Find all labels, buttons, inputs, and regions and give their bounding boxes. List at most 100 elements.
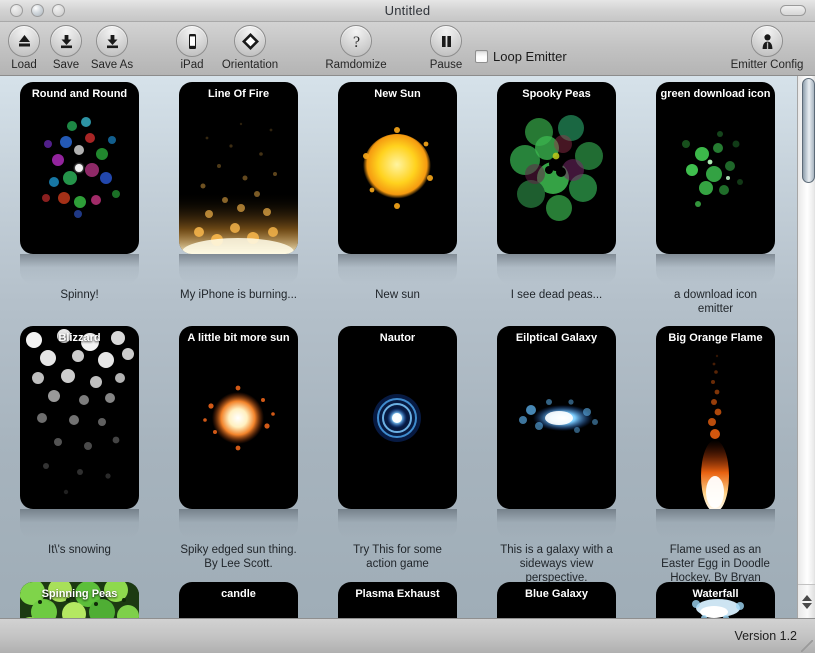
emitter-caption: Try This for some action game	[353, 544, 442, 570]
emitter-cell[interactable]: candle	[179, 582, 298, 618]
emitter-cell[interactable]: Blue Galaxy	[497, 582, 616, 618]
emitter-cell[interactable]: Plasma Exhaust	[338, 582, 457, 618]
pause-button[interactable]: Pause	[409, 25, 483, 71]
download-tray-icon	[96, 25, 128, 57]
emitter-cell[interactable]: A little bit more sun Spiky edged sun th…	[179, 326, 298, 582]
diamond-icon	[234, 25, 266, 57]
orientation-button[interactable]: Orientation	[213, 25, 287, 71]
particle-preview	[179, 82, 298, 254]
tablet-icon	[176, 25, 208, 57]
emitter-card[interactable]: A little bit more sun	[179, 326, 298, 509]
emitter-title: A little bit more sun	[187, 332, 290, 344]
particle-preview	[656, 82, 775, 254]
particle-preview	[338, 82, 457, 254]
emitter-card[interactable]: Spooky Peas	[497, 82, 616, 254]
save-as-label: Save As	[90, 59, 134, 71]
card-reflection	[656, 254, 775, 284]
toggle-toolbar-button[interactable]	[780, 5, 806, 16]
particle-preview	[497, 326, 616, 509]
ipad-label: iPad	[180, 59, 204, 71]
emitter-card[interactable]: New Sun	[338, 82, 457, 254]
card-reflection	[338, 509, 457, 539]
emitter-config-button[interactable]: Emitter Config	[730, 25, 804, 71]
emitter-caption: Spiky edged sun thing. By Lee Scott.	[180, 544, 297, 570]
emitter-caption: My iPhone is burning...	[180, 289, 297, 301]
emitter-caption: I see dead peas...	[510, 289, 603, 301]
emitter-card[interactable]: Line Of Fire	[179, 82, 298, 254]
version-label: Version 1.2	[734, 629, 797, 643]
particle-preview	[338, 326, 457, 509]
emitter-cell[interactable]: Round and Round Spinny!	[20, 82, 139, 326]
emitter-card[interactable]: Waterfall	[656, 582, 775, 618]
emitter-card[interactable]: Big Orange Flame	[656, 326, 775, 509]
card-reflection	[497, 509, 616, 539]
emitter-cell[interactable]: Waterfall	[656, 582, 775, 618]
emitter-gallery: Round and Round Spinny! Line Of Fire My …	[0, 76, 815, 618]
emitter-title: Round and Round	[31, 88, 128, 100]
loop-emitter-checkbox[interactable]: Loop Emitter	[475, 49, 567, 64]
emitter-card[interactable]: Blue Galaxy	[497, 582, 616, 618]
emitter-card[interactable]: green download icon	[656, 82, 775, 254]
emitter-title: Blue Galaxy	[525, 588, 588, 600]
checkbox-box[interactable]	[475, 50, 488, 63]
title-bar: Untitled	[0, 0, 815, 22]
toolbar: Load Save Save As iPad Orientation ? Ram…	[0, 22, 815, 76]
particle-preview	[179, 326, 298, 509]
gallery-row: Spinning Peas candle Plasma Exhaust Blue…	[0, 582, 797, 618]
scroll-down-arrow-icon[interactable]	[801, 602, 812, 609]
emitter-card[interactable]: candle	[179, 582, 298, 618]
person-icon	[751, 25, 783, 57]
emitter-config-label: Emitter Config	[730, 59, 804, 71]
particle-preview	[20, 82, 139, 254]
emitter-title: Line Of Fire	[207, 88, 270, 100]
emitter-title: Nautor	[379, 332, 416, 344]
card-reflection	[20, 254, 139, 284]
emitter-caption: a download icon emitter	[673, 289, 758, 315]
card-reflection	[338, 254, 457, 284]
svg-text:?: ?	[352, 34, 359, 51]
status-bar: Version 1.2	[0, 618, 815, 653]
emitter-card[interactable]: Round and Round	[20, 82, 139, 254]
emitter-caption: New sun	[375, 289, 420, 301]
card-reflection	[497, 254, 616, 284]
emitter-title: Waterfall	[692, 588, 739, 600]
scrollbar-thumb[interactable]	[802, 78, 815, 183]
card-reflection	[20, 509, 139, 539]
save-as-button[interactable]: Save As	[75, 25, 149, 71]
resize-grip[interactable]	[801, 640, 813, 652]
emitter-title: green download icon	[660, 88, 771, 100]
emitter-card[interactable]: Nautor	[338, 326, 457, 509]
emitter-cell[interactable]: Spooky Peas I see dead peas...	[497, 82, 616, 326]
emitter-card[interactable]: Eilptical Galaxy	[497, 326, 616, 509]
randomize-button[interactable]: ? Ramdomize	[319, 25, 393, 71]
card-reflection	[656, 509, 775, 539]
question-mark-icon: ?	[340, 25, 372, 57]
particle-preview	[497, 82, 616, 254]
particle-preview	[656, 326, 775, 509]
emitter-title: Spooky Peas	[522, 88, 591, 100]
scroll-up-arrow-icon[interactable]	[801, 594, 812, 601]
emitter-cell[interactable]: Eilptical Galaxy This is a galaxy with a…	[497, 326, 616, 584]
emitter-cell[interactable]: Spinning Peas	[20, 582, 139, 618]
particle-preview	[20, 326, 139, 509]
emitter-title: Eilptical Galaxy	[515, 332, 598, 344]
emitter-cell[interactable]: Big Orange Flame Flame used as an Easter…	[656, 326, 775, 598]
emitter-card[interactable]: Spinning Peas	[20, 582, 139, 618]
emitter-cell[interactable]: Line Of Fire My iPhone is burning...	[179, 82, 298, 326]
emitter-cell[interactable]: New Sun New sun	[338, 82, 457, 326]
vertical-scrollbar[interactable]	[797, 76, 815, 618]
loop-emitter-label: Loop Emitter	[493, 49, 567, 64]
emitter-card[interactable]: Blizzard	[20, 326, 139, 509]
window-title: Untitled	[384, 3, 431, 18]
randomize-label: Ramdomize	[325, 59, 387, 71]
emitter-card[interactable]: Plasma Exhaust	[338, 582, 457, 618]
emitter-cell[interactable]: green download icon a download icon emit…	[656, 82, 775, 326]
card-reflection	[179, 254, 298, 284]
emitter-cell[interactable]: Blizzard It\'s snowing	[20, 326, 139, 582]
scrollbar-track[interactable]	[800, 76, 815, 584]
app-window: Untitled Load Save Save As iPad Orientat…	[0, 0, 815, 653]
emitter-caption: It\'s snowing	[48, 544, 111, 556]
emitter-cell[interactable]: Nautor Try This for some action game	[338, 326, 457, 582]
gallery-row: Blizzard It\'s snowing A little bit more…	[0, 326, 797, 598]
pause-icon	[430, 25, 462, 57]
